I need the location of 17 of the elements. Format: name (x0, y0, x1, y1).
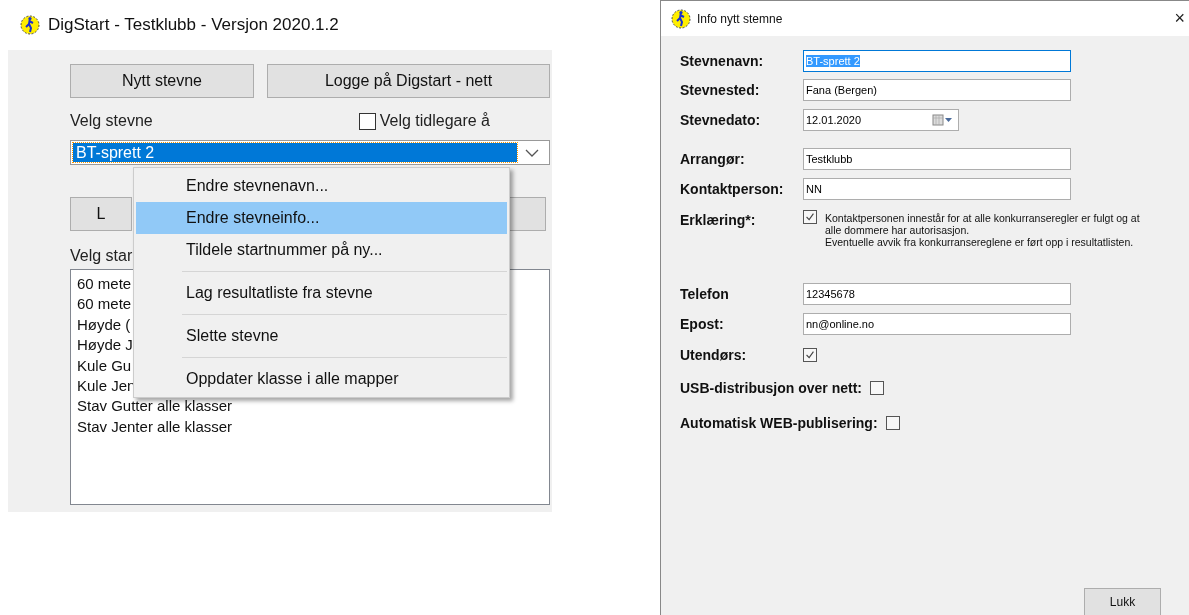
field-label: Telefon (680, 286, 730, 303)
field-label: Epost: (680, 315, 725, 332)
field-label: Stevnenavn: (680, 52, 765, 69)
field-label: Stevnested: (680, 82, 761, 99)
field-label: USB-distribusjon over nett: (680, 380, 862, 396)
field-label: Kontaktperson: (680, 180, 785, 197)
declaration-text: Kontaktpersonen innestår for at alle konkurranseregler er fulgt og at alle dommere har autorisasjon. Eventuelle avvik fra konkurransereglene er ført opp i resultatlisten. (825, 211, 1140, 248)
field-label: Automatisk WEB-publisering: (680, 415, 878, 431)
checkbox-label: Velg tidlegare å (379, 112, 490, 130)
field-label: Arrangør: (680, 151, 746, 168)
field-label: Erklæring*: (680, 210, 757, 228)
field-label: Utendørs: (680, 346, 748, 363)
event-label: Velg stevne (70, 112, 153, 130)
window-title: DigStart - Testklubb - Versjon 2020.1.2 (48, 15, 339, 35)
dialog-title: Info nytt stemne (697, 11, 783, 26)
field-label: Stevnedato: (680, 111, 762, 128)
start-list-label: Velg star (70, 247, 133, 265)
